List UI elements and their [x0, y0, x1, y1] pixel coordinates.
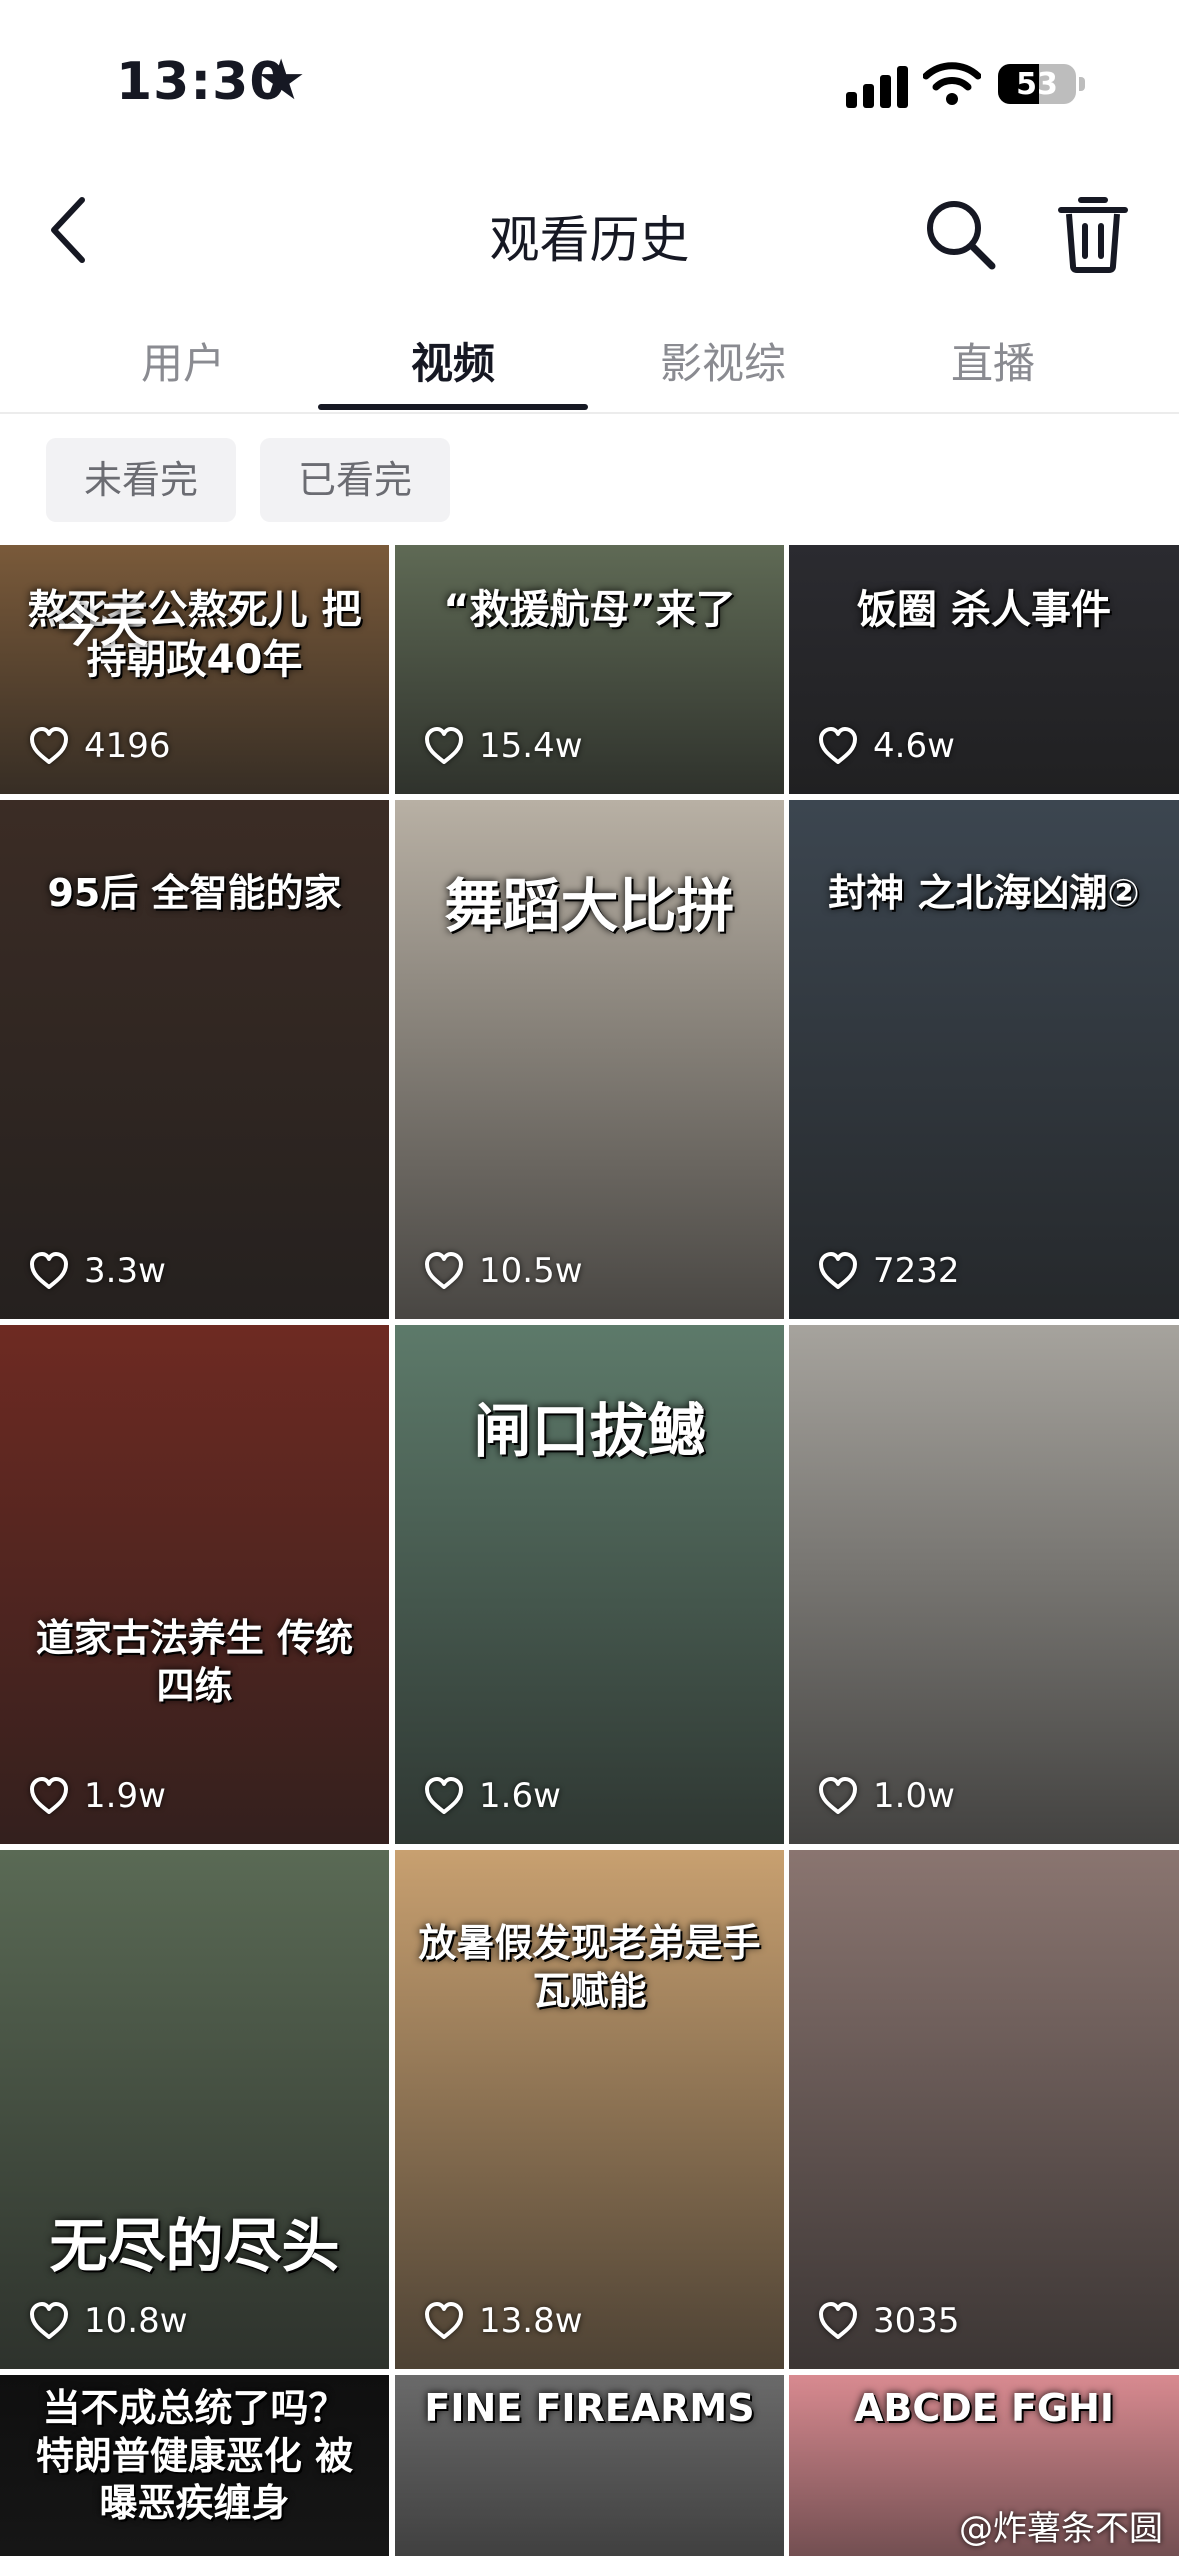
video-caption: 95后 全智能的家 [47, 871, 342, 915]
video-caption: 饭圈 杀人事件 [857, 587, 1111, 633]
wifi-icon [923, 62, 981, 105]
battery-icon: 53 [998, 64, 1076, 104]
like-count: 1.0w [817, 1774, 955, 1818]
video-card[interactable]: 道家古法养生 传统四练 1.9w [0, 1325, 389, 1844]
section-label-today: 今天 [52, 597, 149, 653]
battery-cap [1079, 77, 1085, 91]
video-card[interactable]: 当不成总统了吗？ 特朗普健康恶化 被曝恶疾缠身 [0, 2375, 389, 2556]
like-count: 4.6w [817, 724, 955, 768]
trash-icon[interactable] [1055, 190, 1131, 274]
like-count-value: 3.3w [84, 1251, 166, 1291]
heart-icon [30, 727, 68, 764]
video-caption: 闸口拔鳡 [473, 1397, 706, 1465]
like-count-value: 13.8w [479, 2301, 583, 2341]
heart-icon [425, 727, 463, 764]
cellular-signal-icon [846, 66, 908, 108]
video-caption: FINE FIREARMS [424, 2386, 755, 2430]
like-count-value: 1.6w [479, 1776, 561, 1816]
heart-icon [819, 1252, 857, 1289]
like-count-value: 3035 [873, 2301, 960, 2341]
tab-shows[interactable]: 影视综 [588, 330, 858, 391]
video-caption: 放暑假发现老弟是手瓦赋能 [418, 1921, 761, 2013]
like-count-value: 1.9w [84, 1776, 166, 1816]
heart-icon [819, 2302, 857, 2339]
tab-videos[interactable]: 视频 [318, 330, 588, 391]
like-count: 7232 [817, 1249, 960, 1293]
active-tab-indicator [318, 404, 588, 410]
video-card[interactable]: 95后 全智能的家 3.3w [0, 800, 389, 1319]
video-caption: ABCDE FGHI [853, 2386, 1115, 2430]
heart-icon [819, 1777, 857, 1814]
like-count: 10.8w [28, 2299, 188, 2343]
status-bar: 13:30 ★ 53 [0, 0, 1179, 170]
like-count: 3.3w [28, 1249, 166, 1293]
like-count-value: 4196 [84, 726, 171, 766]
tab-bar: 用户 视频 影视综 直播 [0, 300, 1179, 414]
heart-icon [30, 2302, 68, 2339]
like-count-value: 1.0w [873, 1776, 955, 1816]
tab-live[interactable]: 直播 [858, 330, 1128, 391]
video-card[interactable]: 封神 之北海凶潮② 7232 [789, 800, 1179, 1319]
video-caption: “救援航母”来了 [443, 587, 736, 633]
like-count: 1.6w [423, 1774, 561, 1818]
video-card[interactable]: FINE FIREARMS [395, 2375, 784, 2556]
like-count: 4196 [28, 724, 171, 768]
filter-finished[interactable]: 已看完 [260, 438, 451, 522]
like-count-value: 10.8w [84, 2301, 188, 2341]
video-card[interactable]: 1.0w [789, 1325, 1179, 1844]
page-title: 观看历史 [489, 211, 690, 269]
video-card[interactable]: 放暑假发现老弟是手瓦赋能 13.8w [395, 1850, 784, 2369]
video-card[interactable]: 无尽的尽头 10.8w [0, 1850, 389, 2369]
watermark: @炸薯条不圆 [959, 2509, 1163, 2549]
heart-icon [819, 727, 857, 764]
video-caption: 当不成总统了吗？ 特朗普健康恶化 被曝恶疾缠身 [35, 2386, 354, 2525]
video-caption: 无尽的尽头 [49, 2212, 340, 2280]
video-caption: 舞蹈大比拼 [444, 872, 735, 940]
like-count: 10.5w [423, 1249, 583, 1293]
heart-icon [425, 2302, 463, 2339]
like-count: 15.4w [423, 724, 583, 768]
like-count-value: 7232 [873, 1251, 960, 1291]
heart-icon [425, 1252, 463, 1289]
video-card[interactable]: 闸口拔鳡 1.6w [395, 1325, 784, 1844]
filter-bar: 未看完 已看完 [0, 438, 1179, 522]
video-card[interactable]: “救援航母”来了 15.4w [395, 545, 784, 794]
nav-bar: 观看历史 [0, 170, 1179, 290]
video-caption: 封神 之北海凶潮② [828, 871, 1140, 915]
video-caption: 道家古法养生 传统四练 [35, 1616, 354, 1708]
like-count: 3035 [817, 2299, 960, 2343]
like-count-value: 4.6w [873, 726, 955, 766]
video-card[interactable]: 3035 [789, 1850, 1179, 2369]
video-card[interactable]: 舞蹈大比拼 10.5w [395, 800, 784, 1319]
search-icon[interactable] [920, 194, 1000, 274]
video-card[interactable]: 饭圈 杀人事件 4.6w [789, 545, 1179, 794]
heart-icon [30, 1777, 68, 1814]
star-icon: ★ [256, 48, 307, 113]
tab-users[interactable]: 用户 [48, 330, 318, 391]
like-count: 13.8w [423, 2299, 583, 2343]
like-count: 1.9w [28, 1774, 166, 1818]
heart-icon [425, 1777, 463, 1814]
filter-unfinished[interactable]: 未看完 [46, 438, 237, 522]
video-card[interactable]: 熬死老公熬死儿 把持朝政40年 4196 [0, 545, 389, 794]
like-count-value: 10.5w [479, 1251, 583, 1291]
video-grid: 熬死老公熬死儿 把持朝政40年 4196 “救援航母”来了 15.4w 饭圈 杀人事件 4… [0, 545, 1179, 2556]
heart-icon [30, 1252, 68, 1289]
battery-level: 53 [1016, 67, 1058, 102]
like-count-value: 15.4w [479, 726, 583, 766]
